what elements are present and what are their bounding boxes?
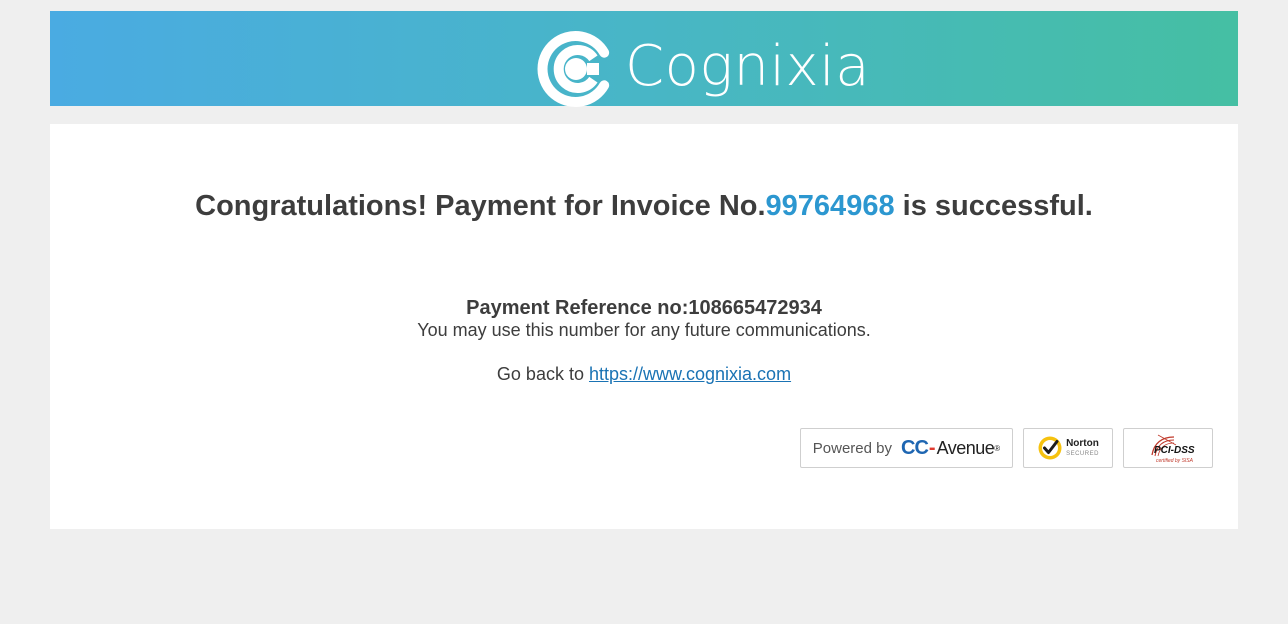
headline-prefix: Congratulations! Payment for Invoice No. — [195, 190, 766, 222]
norton-secured-badge[interactable]: Norton SECURED — [1023, 428, 1113, 468]
invoice-number: 99764968 — [765, 190, 895, 222]
norton-brand: Norton — [1066, 438, 1099, 449]
headline-suffix: is successful. — [894, 190, 1093, 222]
pci-dss-badge[interactable]: PCI-DSS certified by SISA — [1123, 428, 1213, 468]
ccavenue-registered: ® — [994, 443, 1001, 453]
cognixia-logo[interactable]: Cognixia — [537, 29, 870, 109]
cognixia-c-logo-icon — [537, 31, 610, 107]
go-back-line: Go back to https://www.cognixia.com — [50, 363, 1238, 385]
payment-success-headline: Congratulations! Payment for Invoice No.… — [50, 190, 1238, 223]
pci-dss-logo: PCI-DSS certified by SISA — [1138, 431, 1198, 465]
norton-text: Norton SECURED — [1066, 438, 1099, 458]
reference-number: 108665472934 — [688, 297, 822, 319]
powered-by-label: Powered by — [812, 439, 892, 457]
reference-note: You may use this number for any future c… — [417, 320, 871, 340]
payment-result-card: Congratulations! Payment for Invoice No.… — [50, 124, 1238, 529]
reference-block: Payment Reference no:108665472934 You ma… — [50, 297, 1238, 385]
pci-dss-sub: certified by SISA — [1156, 458, 1193, 464]
brand-name: Cognixia — [625, 34, 871, 99]
norton-sub: SECURED — [1066, 451, 1099, 457]
ccavenue-cc: CC — [901, 436, 929, 459]
reference-label: Payment Reference no: — [466, 297, 689, 319]
norton-logo: Norton SECURED — [1037, 435, 1099, 461]
brand-header: Cognixia — [50, 11, 1238, 109]
payment-reference: Payment Reference no:108665472934 — [50, 297, 1238, 319]
cognixia-website-link[interactable]: https://www.cognixia.com — [589, 364, 791, 384]
ccavenue-badge[interactable]: Powered by CC - Avenue ® — [800, 428, 1013, 468]
go-back-prefix: Go back to — [496, 364, 589, 384]
ccavenue-dash: - — [928, 436, 936, 459]
checkmark-seal-icon — [1038, 436, 1062, 460]
pci-dss-label: PCI-DSS — [1154, 445, 1195, 456]
ccavenue-avenue: Avenue — [936, 437, 995, 458]
